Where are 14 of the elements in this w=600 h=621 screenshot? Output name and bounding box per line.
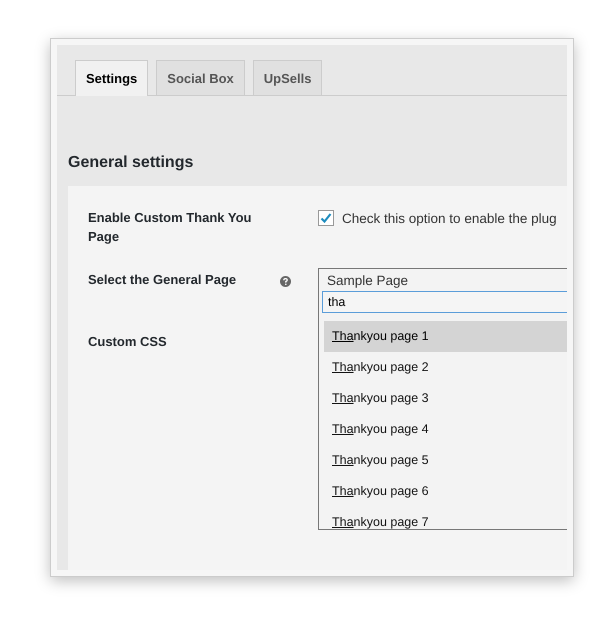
- checkbox-label: Check this option to enable the plug: [342, 210, 557, 226]
- tab[interactable]: Social Box: [156, 60, 245, 95]
- selected-value: Sample Page: [326, 272, 410, 290]
- field-label: Select the General Page: [88, 271, 238, 289]
- tab[interactable]: UpSells: [252, 60, 322, 95]
- field-label: Enable Custom Thank You Page: [88, 209, 252, 246]
- help-icon[interactable]: [280, 276, 291, 287]
- search-field[interactable]: tha: [322, 291, 567, 313]
- field-label: Custom CSS: [88, 333, 168, 351]
- section-title: General settings: [68, 154, 194, 172]
- tab[interactable]: Settings: [75, 60, 148, 96]
- checkbox[interactable]: [318, 210, 334, 226]
- dropdown-option[interactable]: Thankyou page 1: [324, 321, 567, 352]
- select-dropdown[interactable]: Sample Page tha Thankyou page 1 Thankyou page 2 Thankyou page 3 Thankyou page 4 Thankyou page 5 Thankyou page 6 Thankyou page 7: [318, 268, 567, 530]
